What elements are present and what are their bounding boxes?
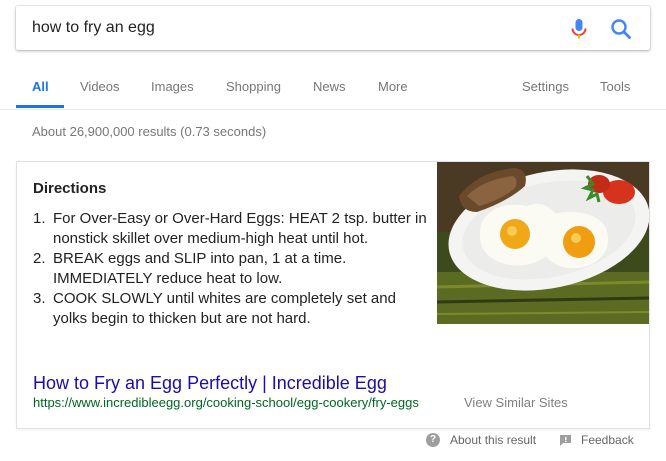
search-results-page: All Videos Images Shopping News More Set…: [0, 0, 666, 461]
snippet-heading: Directions: [33, 180, 107, 197]
tab-images[interactable]: Images: [151, 79, 194, 94]
tab-more[interactable]: More: [378, 79, 408, 94]
step-number: 1.: [33, 210, 46, 227]
step-text: BREAK eggs and SLIP into pan, 1 at a tim…: [53, 250, 347, 287]
active-tab-indicator: [16, 105, 64, 108]
search-tabs: All Videos Images Shopping News More Set…: [0, 62, 666, 110]
result-title-link[interactable]: How to Fry an Egg Perfectly | Incredible…: [33, 373, 387, 394]
search-bar: [16, 6, 650, 50]
featured-snippet: Directions 1. For Over-Easy or Over-Hard…: [16, 161, 650, 429]
view-similar-sites-link[interactable]: View Similar Sites: [464, 395, 568, 410]
tab-settings[interactable]: Settings: [522, 79, 569, 94]
about-this-result[interactable]: ? About this result: [426, 432, 536, 448]
search-input[interactable]: [32, 17, 552, 39]
tab-news[interactable]: News: [313, 79, 346, 94]
tab-shopping[interactable]: Shopping: [226, 79, 281, 94]
result-url[interactable]: https://www.incredibleegg.org/cooking-sc…: [33, 395, 419, 410]
list-item: 3. COOK SLOWLY until whites are complete…: [33, 289, 433, 329]
step-text: For Over-Easy or Over-Hard Eggs: HEAT 2 …: [53, 210, 427, 247]
tab-tools[interactable]: Tools: [600, 79, 630, 94]
question-icon: ?: [426, 433, 440, 447]
list-item: 1. For Over-Easy or Over-Hard Eggs: HEAT…: [33, 209, 433, 249]
fried-egg-image[interactable]: [437, 162, 649, 324]
tab-all[interactable]: All: [32, 79, 49, 94]
result-stats: About 26,900,000 results (0.73 seconds): [32, 124, 267, 139]
step-number: 2.: [33, 250, 46, 267]
step-text: COOK SLOWLY until whites are completely …: [53, 290, 396, 327]
feedback-button[interactable]: Feedback: [559, 432, 634, 448]
step-number: 3.: [33, 290, 46, 307]
microphone-icon[interactable]: [569, 18, 589, 40]
about-result-label: About this result: [450, 433, 537, 447]
feedback-icon: [560, 434, 571, 446]
tab-videos[interactable]: Videos: [80, 79, 120, 94]
directions-list: 1. For Over-Easy or Over-Hard Eggs: HEAT…: [33, 209, 433, 329]
feedback-label: Feedback: [581, 433, 634, 447]
list-item: 2. BREAK eggs and SLIP into pan, 1 at a …: [33, 249, 433, 289]
search-icon[interactable]: [609, 17, 633, 41]
